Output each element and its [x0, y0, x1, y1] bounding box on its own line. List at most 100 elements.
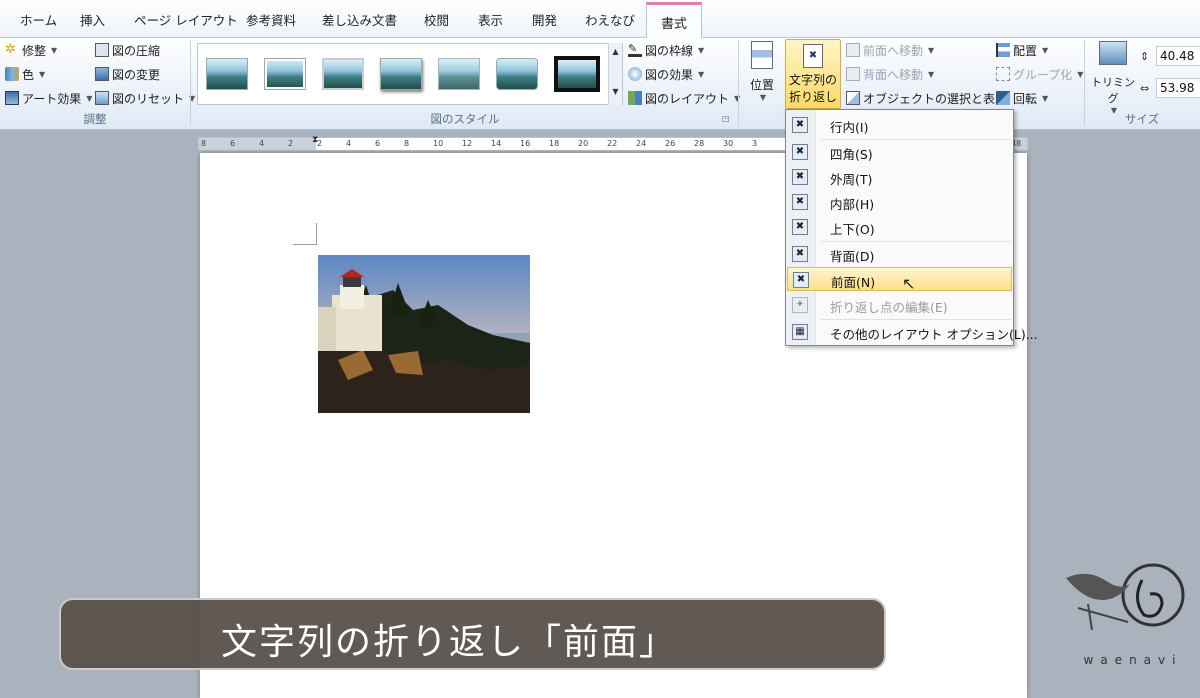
- menu-item-label: 前面(N): [831, 275, 876, 290]
- ruler-tick-label: 22: [607, 139, 618, 148]
- send-backward-label: 背面へ移動: [863, 67, 924, 82]
- send-backward-button[interactable]: 背面へ移動 ▼: [846, 64, 934, 84]
- menu-item-top-bottom[interactable]: ✖ 上下(O): [787, 215, 1012, 239]
- chevron-down-icon: ▼: [39, 69, 46, 79]
- tab-references[interactable]: 参考資料: [246, 10, 296, 36]
- gallery-scroll-up[interactable]: ▲: [608, 43, 622, 83]
- chevron-down-icon: ▼: [86, 93, 93, 103]
- color-button[interactable]: 色 ▼: [5, 64, 45, 84]
- chevron-down-icon: ▼: [928, 69, 935, 79]
- tab-page-layout[interactable]: ページ レイアウト: [134, 10, 238, 36]
- style-thumb[interactable]: [496, 58, 538, 90]
- menu-item-in-front-of-text[interactable]: ✖ 前面(N) ↖: [787, 267, 1012, 293]
- group-icon: [996, 67, 1010, 81]
- change-picture-button[interactable]: 図の変更: [95, 64, 160, 84]
- menu-item-label: 四角(S): [830, 147, 873, 162]
- artistic-effects-button[interactable]: アート効果 ▼: [5, 88, 92, 108]
- tab-home[interactable]: ホーム: [20, 10, 57, 36]
- style-thumb[interactable]: [322, 58, 364, 90]
- ruler-tick-label: 24: [636, 139, 647, 148]
- chevron-down-icon: ▼: [698, 45, 705, 55]
- group-button[interactable]: グループ化 ▼: [996, 64, 1083, 84]
- compress-icon: [95, 43, 109, 57]
- ruler-tick-label: 10: [433, 139, 444, 148]
- wrap-inline-icon: ✖: [792, 117, 808, 133]
- tab-developer[interactable]: 開発: [532, 10, 557, 36]
- compress-pictures-button[interactable]: 図の圧縮: [95, 40, 160, 60]
- menu-item-through[interactable]: ✖ 内部(H): [787, 190, 1012, 214]
- corrections-button[interactable]: ✲ 修整 ▼: [5, 40, 57, 60]
- position-button[interactable]: 位置 ▼: [745, 41, 779, 102]
- menu-item-edit-wrap-points[interactable]: ✦ 折り返し点の編集(E): [787, 293, 1012, 317]
- width-input[interactable]: 53.98: [1156, 78, 1200, 98]
- bring-forward-icon: [846, 43, 860, 57]
- style-thumb[interactable]: [554, 56, 600, 92]
- ruler-tick-label: 4: [346, 139, 352, 148]
- style-thumb[interactable]: [206, 58, 248, 90]
- indent-marker-icon[interactable]: ⧗: [312, 135, 318, 145]
- gallery-more-button[interactable]: ▼: [608, 83, 622, 105]
- tab-mailings[interactable]: 差し込み文書: [322, 10, 397, 36]
- corrections-label: 修整: [22, 43, 47, 58]
- menu-item-label: 行内(I): [830, 120, 869, 135]
- crop-button[interactable]: トリミング ▼: [1090, 41, 1136, 115]
- wrap-text-icon: ✖: [803, 44, 823, 68]
- ribbon-tab-bar: ホーム 挿入 ページ レイアウト 参考資料 差し込み文書 校閲 表示 開発 わえ…: [0, 0, 1200, 39]
- dialog-launcher-icon[interactable]: ◳: [722, 114, 730, 123]
- picture-layout-icon: [628, 91, 642, 105]
- height-input[interactable]: 40.48: [1156, 46, 1200, 66]
- tab-waenavi[interactable]: わえなび: [585, 10, 635, 36]
- color-label: 色: [22, 67, 35, 82]
- rotate-button[interactable]: 回転 ▼: [996, 88, 1048, 108]
- tab-insert[interactable]: 挿入: [80, 10, 105, 36]
- reset-picture-button[interactable]: 図のリセット ▼: [95, 88, 195, 108]
- picture-layout-button[interactable]: 図のレイアウト▼: [628, 88, 740, 108]
- align-button[interactable]: 配置 ▼: [996, 40, 1048, 60]
- style-thumb[interactable]: [264, 58, 306, 90]
- color-palette-icon: [5, 67, 19, 81]
- menu-item-more-layout-options[interactable]: ▦ その他のレイアウト オプション(L)...: [787, 320, 1038, 344]
- reset-picture-icon: [95, 91, 109, 105]
- style-thumb[interactable]: [438, 58, 480, 90]
- group-label-styles: 図のスタイル: [430, 112, 500, 126]
- menu-item-inline[interactable]: ✖ 行内(I): [787, 113, 1012, 137]
- wrap-text-button[interactable]: ✖ 文字列の 折り返し▼: [785, 39, 841, 118]
- chevron-down-icon: ▼: [759, 93, 767, 102]
- ruler-tick-label: 6: [375, 139, 381, 148]
- menu-item-square[interactable]: ✖ 四角(S): [787, 140, 1012, 164]
- menu-item-behind-text[interactable]: ✖ 背面(D): [787, 242, 1012, 266]
- wrap-tight-icon: ✖: [792, 169, 808, 185]
- selection-pane-label: オブジェクトの選択と表示: [863, 91, 1008, 106]
- chevron-up-icon: ▲: [612, 47, 619, 56]
- wrap-behind-icon: ✖: [792, 246, 808, 262]
- crop-icon: [1099, 41, 1127, 65]
- selection-pane-button[interactable]: オブジェクトの選択と表示: [846, 88, 1007, 108]
- picture-border-button[interactable]: ✎ 図の枠線 ▼: [628, 40, 704, 60]
- wrap-in-front-icon: ✖: [793, 272, 809, 288]
- ruler-tick-label: 8: [404, 139, 410, 148]
- ruler-tick-label: 16: [520, 139, 531, 148]
- wrap-through-icon: ✖: [792, 194, 808, 210]
- waenavi-logo: waenavi: [1058, 560, 1188, 670]
- wrap-text-menu: ✖ 行内(I) ✖ 四角(S) ✖ 外周(T) ✖ 内部(H) ✖ 上下(O) ✖ 背面(D…: [785, 109, 1038, 346]
- tab-format[interactable]: 書式: [646, 2, 703, 39]
- lighthouse-image[interactable]: [318, 255, 530, 413]
- tab-review[interactable]: 校閲: [424, 10, 449, 36]
- wrap-top-bottom-icon: ✖: [792, 219, 808, 235]
- logo-text: waenavi: [1083, 653, 1183, 667]
- artistic-effects-label: アート効果: [22, 91, 82, 106]
- pencil-icon: ✎: [628, 43, 642, 57]
- picture-effects-label: 図の効果: [645, 67, 694, 82]
- ruler-tick-label: 20: [578, 139, 589, 148]
- picture-effects-button[interactable]: 図の効果 ▼: [628, 64, 704, 84]
- bring-forward-button[interactable]: 前面へ移動 ▼: [846, 40, 934, 60]
- menu-item-tight[interactable]: ✖ 外周(T): [787, 165, 1012, 189]
- change-picture-icon: [95, 67, 109, 81]
- chevron-down-icon: ▼: [1042, 93, 1049, 103]
- effects-icon: [628, 67, 642, 81]
- tab-view[interactable]: 表示: [478, 10, 503, 36]
- edit-wrap-points-icon: ✦: [792, 297, 808, 313]
- menu-item-label: 内部(H): [830, 197, 875, 212]
- ruler-tick-label: 14: [491, 139, 502, 148]
- style-thumb[interactable]: [380, 58, 422, 90]
